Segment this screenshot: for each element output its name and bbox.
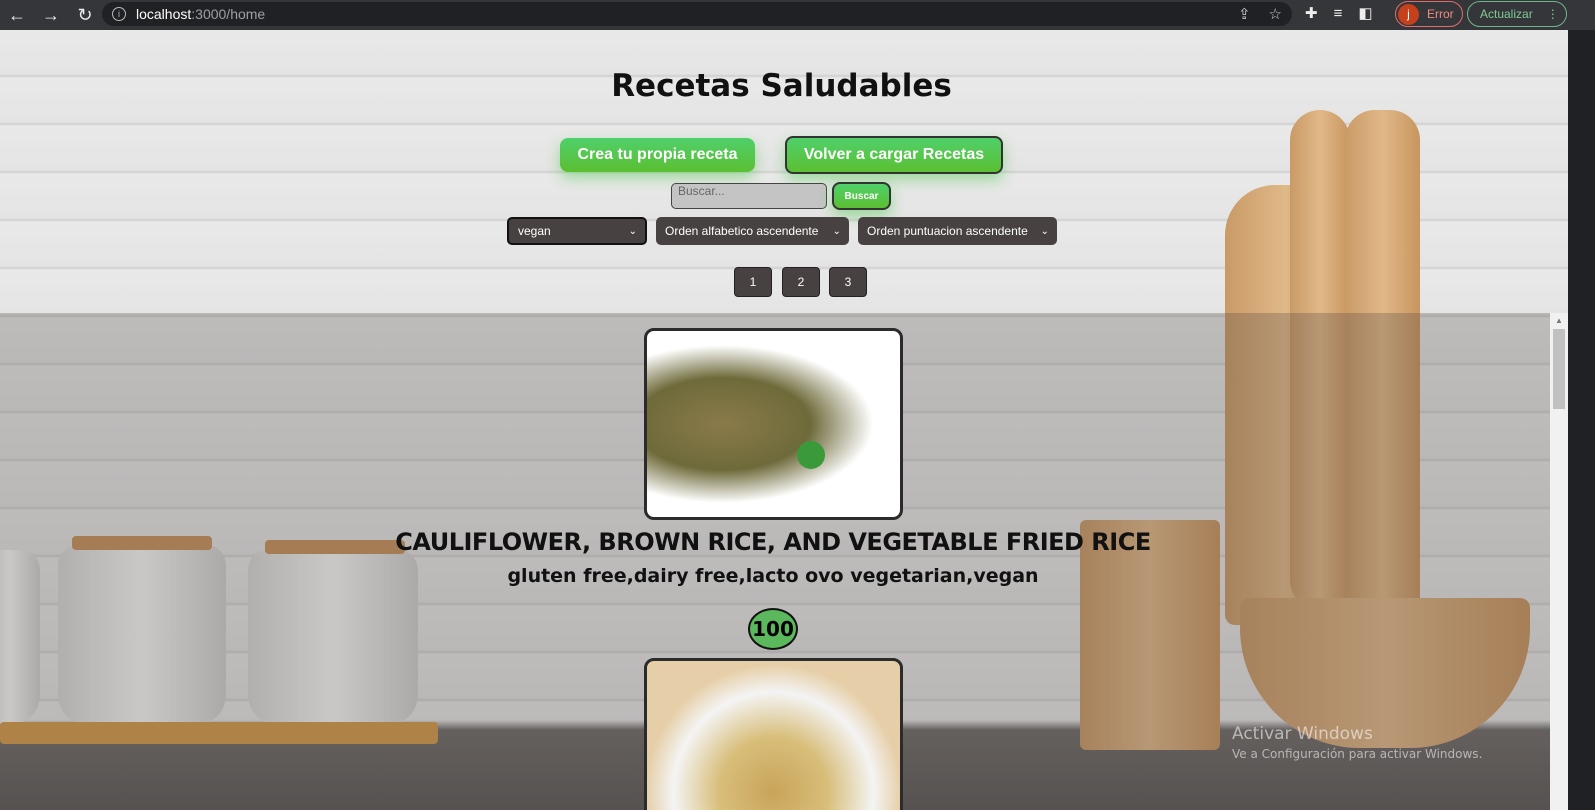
watermark-title: Activar Windows <box>1232 724 1373 744</box>
watermark-subtitle: Ve a Configuración para activar Windows. <box>1232 747 1483 761</box>
back-icon[interactable]: ← <box>0 5 34 26</box>
side-panel-icon[interactable]: ◧ <box>1358 4 1372 22</box>
avatar: j <box>1398 3 1419 25</box>
selected-value: Orden alfabetico ascendente <box>665 224 819 238</box>
scroll-up-icon[interactable]: ▲ <box>1555 316 1563 325</box>
recipe-score-badge: 100 <box>748 608 798 650</box>
search-input[interactable]: Buscar... <box>671 183 827 209</box>
address-bar[interactable]: i localhost:3000/home ⇪ ☆ <box>102 2 1292 26</box>
scrollbar-thumb[interactable] <box>1553 329 1565 409</box>
page: ▲ Recetas Saludables Crea tu propia rece… <box>0 30 1568 810</box>
update-label: Actualizar <box>1480 7 1533 21</box>
chevron-down-icon: ⌄ <box>1040 225 1049 237</box>
chevron-down-icon: ⌄ <box>832 225 841 237</box>
media-icon[interactable]: ≡ <box>1334 5 1343 22</box>
recipe-image[interactable] <box>644 658 903 810</box>
share-icon[interactable]: ⇪ <box>1238 5 1251 23</box>
reload-recipes-button[interactable]: Volver a cargar Recetas <box>785 136 1003 174</box>
scrollbar[interactable]: ▲ <box>1550 313 1568 810</box>
info-icon[interactable]: i <box>112 7 126 21</box>
windows-watermark: Activar Windows Ve a Configuración para … <box>1232 724 1482 761</box>
page-button-1[interactable]: 1 <box>734 267 772 297</box>
recipe-diets: gluten free,dairy free,lacto ovo vegetar… <box>507 565 1039 587</box>
browser-toolbar: ← → ↻ i localhost:3000/home ⇪ ☆ ✚ ≡ ◧ j Er… <box>0 0 1595 30</box>
extensions-icon[interactable]: ✚ <box>1305 4 1318 22</box>
recipe-title[interactable]: CAULIFLOWER, BROWN RICE, AND VEGETABLE F… <box>0 528 1546 556</box>
recipe-image[interactable] <box>644 328 903 520</box>
profile-status: Error <box>1427 7 1454 21</box>
selected-value: Orden puntuacion ascendente <box>867 224 1028 238</box>
search-button[interactable]: Buscar <box>832 182 891 210</box>
diet-filter-select[interactable]: vegan ⌄ <box>507 217 647 245</box>
broccoli-detail <box>797 441 825 469</box>
url-host: localhost <box>136 6 192 22</box>
alpha-order-select[interactable]: Orden alfabetico ascendente ⌄ <box>656 217 849 245</box>
selected-value: vegan <box>518 224 551 238</box>
forward-icon[interactable]: → <box>34 5 68 26</box>
profile-button[interactable]: j Error <box>1395 1 1463 27</box>
create-recipe-button[interactable]: Crea tu propia receta <box>560 138 755 172</box>
menu-icon[interactable]: ⋮ <box>1547 7 1559 21</box>
page-title: Recetas Saludables <box>611 68 952 104</box>
score-order-select[interactable]: Orden puntuacion ascendente ⌄ <box>858 217 1057 245</box>
chevron-down-icon: ⌄ <box>628 225 637 237</box>
page-button-2[interactable]: 2 <box>782 267 820 297</box>
url-path: :3000/home <box>191 6 266 22</box>
page-button-3[interactable]: 3 <box>829 267 867 297</box>
reload-icon[interactable]: ↻ <box>68 5 102 26</box>
update-button[interactable]: Actualizar ⋮ <box>1467 1 1567 27</box>
star-icon[interactable]: ☆ <box>1269 5 1282 23</box>
